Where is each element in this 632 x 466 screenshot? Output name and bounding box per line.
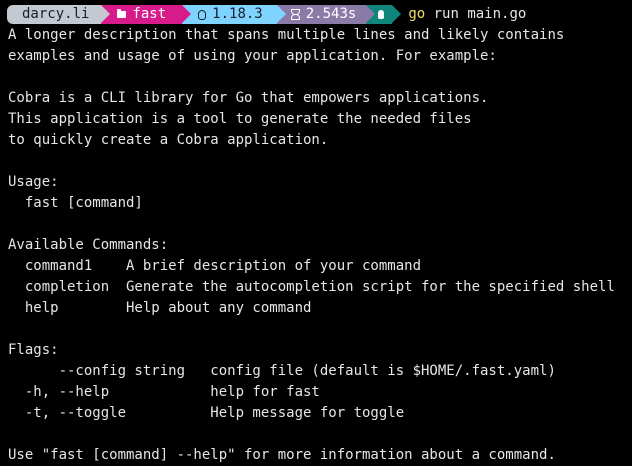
prompt-duration-segment: 2.543s [276,5,376,24]
output-line: -h, --help help for fast [8,384,320,400]
output-line: fast [command] [8,195,143,211]
typed-command: go run main.go [408,4,526,25]
folder-icon [117,9,127,18]
prompt-separator [101,5,111,23]
prompt-go-version: 1.18.3 [212,6,263,22]
prompt-separator [392,5,402,23]
command-args: run main.go [425,6,527,22]
output-line: command1 A brief description of your com… [8,258,422,274]
output-line: Flags: [8,342,59,358]
hourglass-icon [290,9,300,20]
prompt-duration: 2.543s [305,6,357,22]
prompt-separator [366,5,376,23]
output-line: to quickly create a Cobra application. [8,132,329,148]
output-line: Cobra is a CLI library for Go that empow… [8,90,489,106]
output-line: -t, --toggle Help message for toggle [8,405,405,421]
output-line: Available Commands: [8,237,169,253]
gopher-icon [198,9,207,20]
prompt-separator [182,5,192,23]
shell-prompt: darcy.li fast 1.18.3 2.543s go run main.… [7,4,632,25]
check-icon [378,10,385,19]
prompt-user: darcy.li [22,6,90,22]
output-line: --config string config file (default is … [8,363,556,379]
output-line: This application is a tool to generate t… [8,111,472,127]
command-output: A longer description that spans multiple… [8,25,632,466]
output-line: A longer description that spans multiple… [8,27,565,43]
output-line: completion Generate the autocompletion s… [8,279,615,295]
output-line: Use "fast [command] --help" for more inf… [8,447,556,463]
terminal-window[interactable]: darcy.li fast 1.18.3 2.543s go run main.… [0,0,632,465]
output-line: Usage: [8,174,59,190]
prompt-go-version-segment: 1.18.3 [182,5,286,24]
output-line: examples and usage of using your applica… [8,48,497,64]
prompt-separator [276,5,286,23]
output-line: help Help about any command [8,300,312,316]
command-name: go [408,6,426,22]
prompt-directory-segment: fast [101,5,192,24]
prompt-directory: fast [132,6,167,22]
prompt-user-segment: darcy.li [7,5,111,24]
